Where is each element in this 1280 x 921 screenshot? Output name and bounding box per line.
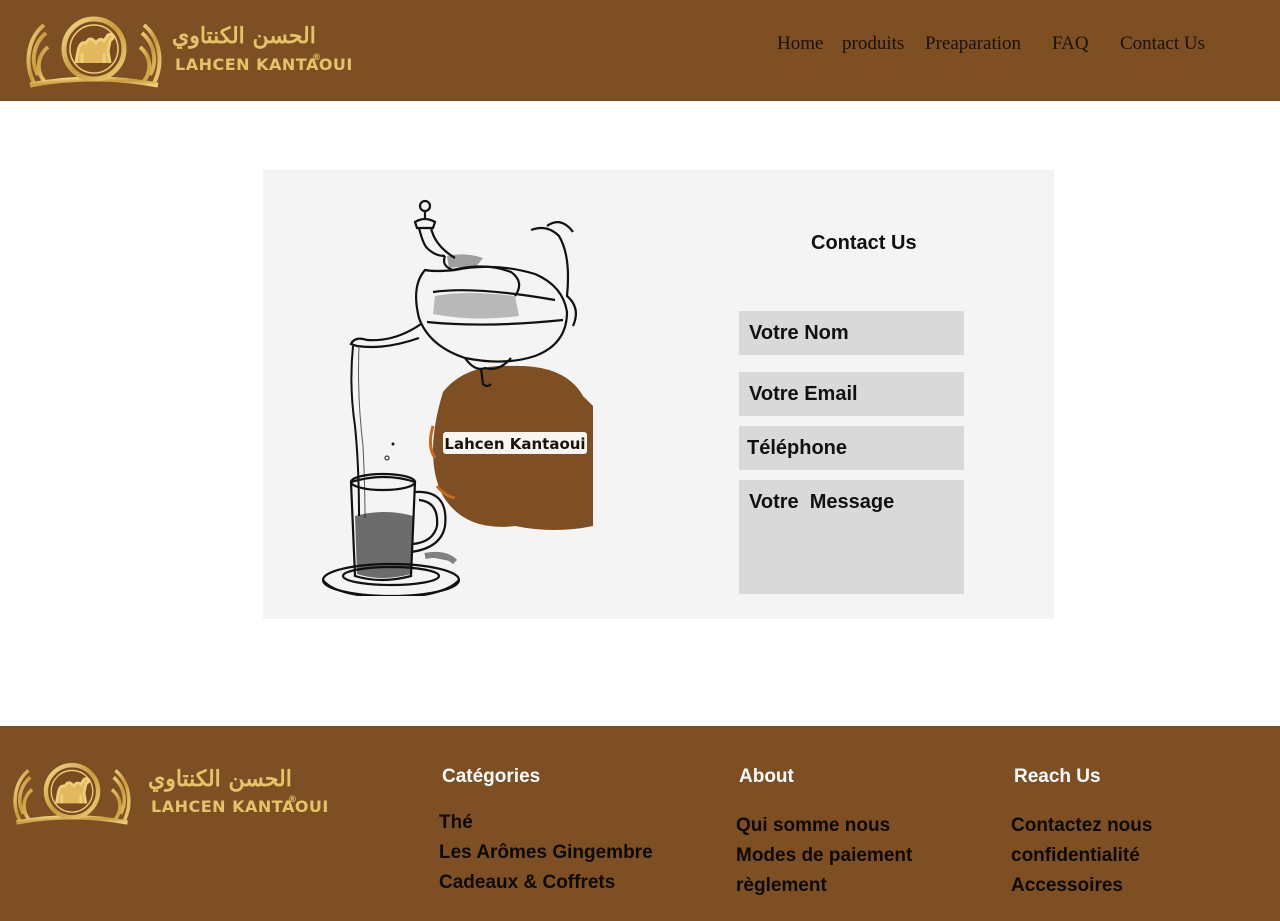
- list-item[interactable]: règlement: [736, 871, 912, 901]
- list-item[interactable]: Contactez nous: [1011, 811, 1152, 841]
- nav-home-link[interactable]: Home: [777, 33, 823, 55]
- message-field[interactable]: [739, 480, 964, 594]
- name-field[interactable]: [739, 311, 964, 355]
- nav-contact-link[interactable]: Contact Us: [1120, 33, 1205, 55]
- list-item[interactable]: Les Arômes Gingembre: [439, 838, 653, 868]
- footer-reach-title: Reach Us: [1014, 766, 1101, 787]
- brand-logo[interactable]: الحسن الكنتاوي LAHCEN KANTAOUI ®: [24, 13, 352, 89]
- footer-about-title: About: [739, 766, 794, 787]
- list-item[interactable]: Modes de paiement: [736, 841, 912, 871]
- footer-link-modes-paiement[interactable]: Modes de paiement: [736, 845, 912, 866]
- nav-produits-link[interactable]: produits: [842, 33, 904, 55]
- list-item[interactable]: Thé: [439, 808, 653, 838]
- footer-brand-arabic-name: الحسن الكنتاوي: [148, 766, 292, 792]
- footer-link-accessoires[interactable]: Accessoires: [1011, 875, 1123, 896]
- teapot-pouring-tea-icon: Lahcen Kantaoui: [321, 199, 593, 600]
- footer-link-qui-somme-nous[interactable]: Qui somme nous: [736, 815, 890, 836]
- site-footer: الحسن الكنتاوي LAHCEN KANTAOUI ® Catégor…: [0, 726, 1280, 921]
- contact-card: Lahcen Kantaoui Contact Us Votre Nom Vot…: [263, 170, 1054, 619]
- footer-link-contactez-nous[interactable]: Contactez nous: [1011, 815, 1152, 836]
- illustration-badge-text: Lahcen Kantaoui: [444, 435, 585, 453]
- list-item[interactable]: Accessoires: [1011, 871, 1152, 901]
- email-field[interactable]: [739, 372, 964, 416]
- footer-link-reglement[interactable]: règlement: [736, 875, 827, 896]
- footer-brand-logo[interactable]: الحسن الكنتاوي LAHCEN KANTAOUI ®: [2, 760, 328, 826]
- footer-link-aromes[interactable]: Les Arômes Gingembre: [439, 842, 653, 863]
- footer-about-list: Qui somme nous Modes de paiement règleme…: [736, 811, 912, 901]
- list-item[interactable]: Qui somme nous: [736, 811, 912, 841]
- camel-wreath-logo-icon: [26, 16, 162, 88]
- footer-registered-mark: ®: [288, 795, 298, 805]
- footer-categories-title: Catégories: [442, 766, 541, 787]
- footer-link-the[interactable]: Thé: [439, 812, 473, 833]
- list-item[interactable]: confidentialité: [1011, 841, 1152, 871]
- phone-field[interactable]: [739, 426, 964, 470]
- brand-arabic-name: الحسن الكنتاوي: [172, 23, 316, 49]
- footer-link-cadeaux[interactable]: Cadeaux & Coffrets: [439, 872, 615, 893]
- site-header: الحسن الكنتاوي LAHCEN KANTAOUI ® Home pr…: [0, 0, 1280, 101]
- footer-link-confidentialite[interactable]: confidentialité: [1011, 845, 1140, 866]
- list-item[interactable]: Cadeaux & Coffrets: [439, 868, 653, 898]
- nav-preparation-link[interactable]: Preaparation: [925, 33, 1021, 55]
- footer-reach-list: Contactez nous confidentialité Accessoir…: [1011, 811, 1152, 901]
- footer-brand-latin-name: LAHCEN KANTAOUI: [151, 797, 329, 816]
- teapot-illustration: Lahcen Kantaoui: [315, 196, 595, 600]
- nav-faq-link[interactable]: FAQ: [1052, 33, 1089, 55]
- registered-mark: ®: [312, 53, 322, 63]
- brand-latin-name: LAHCEN KANTAOUI: [175, 55, 353, 74]
- footer-categories-list: Thé Les Arômes Gingembre Cadeaux & Coffr…: [439, 808, 653, 898]
- contact-form-title: Contact Us: [811, 232, 917, 254]
- camel-wreath-logo-icon: [13, 763, 131, 825]
